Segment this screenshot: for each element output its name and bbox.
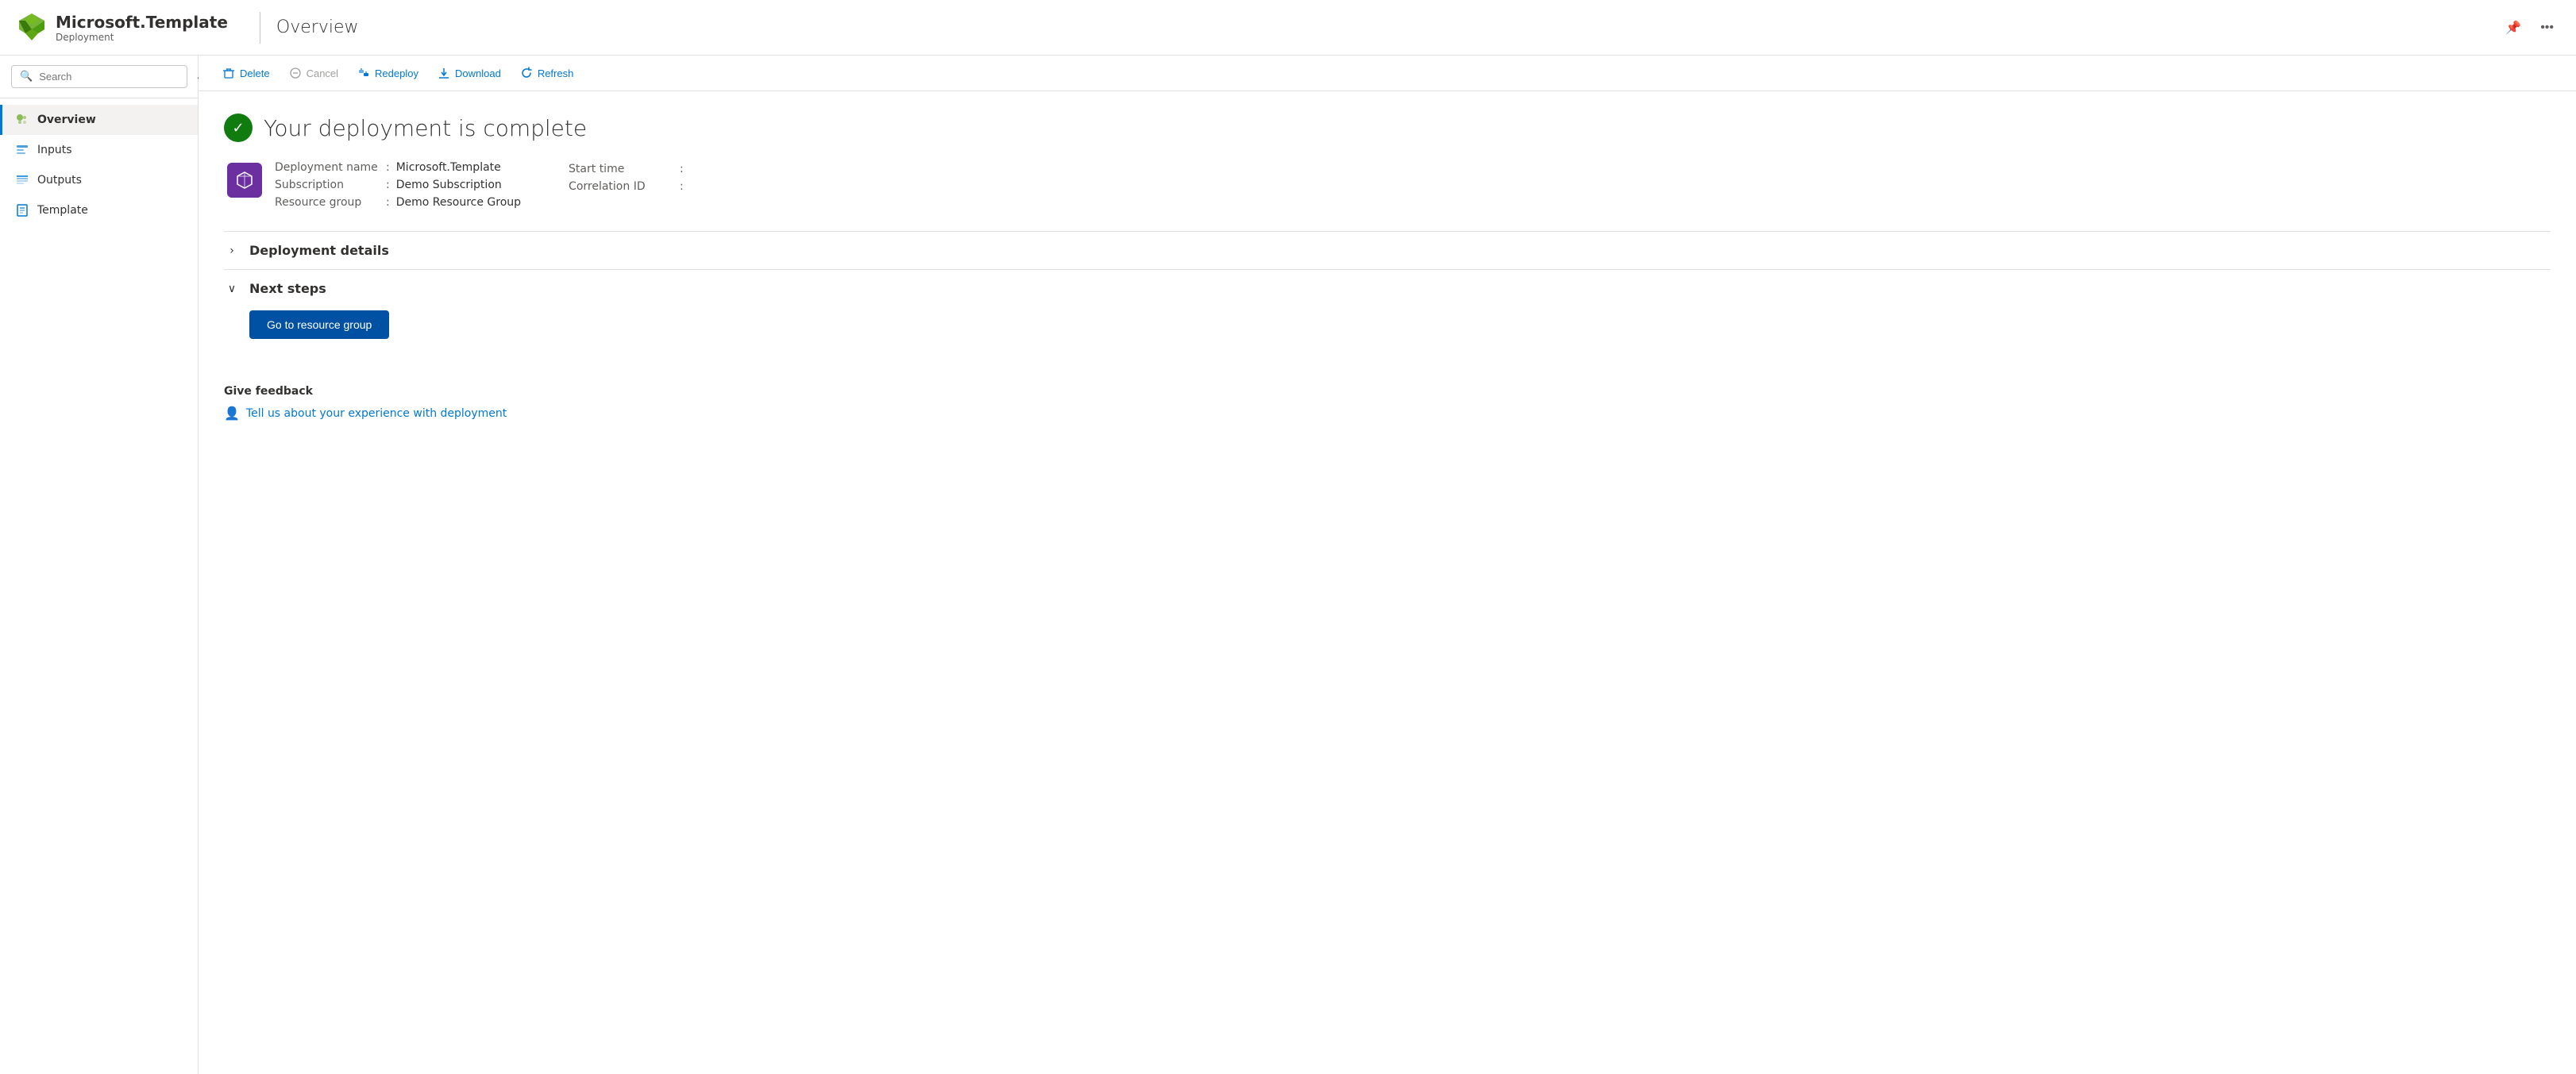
- delete-button[interactable]: Delete: [214, 62, 278, 84]
- logo-icon: [16, 12, 48, 44]
- redeploy-button[interactable]: Redeploy: [349, 62, 426, 84]
- sidebar-item-inputs[interactable]: Inputs: [0, 135, 198, 165]
- next-steps-header[interactable]: ∨ Next steps: [224, 281, 2551, 296]
- page-title: Overview: [276, 17, 2499, 37]
- deployment-name-label: Deployment name: [275, 161, 386, 174]
- status-title: Your deployment is complete: [264, 115, 587, 141]
- sidebar-item-label: Overview: [37, 114, 96, 126]
- sidebar-item-overview[interactable]: Overview: [0, 105, 198, 135]
- deployment-details-section[interactable]: › Deployment details: [224, 231, 2551, 269]
- sidebar-item-label: Outputs: [37, 174, 82, 187]
- field-correlation-id: Correlation ID :: [569, 180, 690, 193]
- field-resource-group: Resource group : Demo Resource Group: [275, 196, 521, 209]
- deployment-info: Deployment name : Microsoft.Template Sub…: [224, 161, 2551, 209]
- subscription-label: Subscription: [275, 179, 386, 191]
- sidebar-item-label: Inputs: [37, 144, 72, 156]
- more-icon: •••: [2540, 21, 2554, 35]
- go-to-resource-group-button[interactable]: Go to resource group: [249, 310, 389, 339]
- deployment-status: ✓ Your deployment is complete: [224, 114, 2551, 142]
- app-name: Microsoft.Template: [56, 13, 228, 32]
- field-subscription: Subscription : Demo Subscription: [275, 179, 521, 191]
- refresh-button[interactable]: Refresh: [512, 62, 582, 84]
- field-start-time: Start time :: [569, 163, 690, 175]
- details-chevron-icon: ›: [224, 244, 240, 257]
- header: Microsoft.Template Deployment Overview 📌…: [0, 0, 2576, 56]
- check-icon: ✓: [232, 120, 244, 137]
- field-deployment-name: Deployment name : Microsoft.Template: [275, 161, 521, 174]
- header-title-block: Microsoft.Template Deployment: [56, 13, 228, 43]
- app-logo: Microsoft.Template Deployment: [16, 12, 228, 44]
- redeploy-label: Redeploy: [375, 67, 418, 79]
- delete-label: Delete: [240, 67, 270, 79]
- feedback-link-text: Tell us about your experience with deplo…: [246, 407, 507, 420]
- subscription-value: Demo Subscription: [396, 179, 502, 191]
- deployment-icon-block: Deployment name : Microsoft.Template Sub…: [227, 161, 521, 209]
- deployment-details-label: Deployment details: [249, 243, 389, 258]
- status-icon: ✓: [224, 114, 253, 142]
- search-icon: 🔍: [20, 71, 33, 83]
- refresh-label: Refresh: [538, 67, 574, 79]
- go-to-resource-group-label: Go to resource group: [267, 318, 372, 331]
- feedback-link[interactable]: 👤 Tell us about your experience with dep…: [224, 406, 2551, 421]
- inputs-icon: [15, 143, 29, 157]
- sidebar-item-label: Template: [37, 204, 88, 217]
- app-subtitle: Deployment: [56, 32, 228, 43]
- search-input-wrapper: 🔍: [11, 65, 187, 88]
- deployment-name-value: Microsoft.Template: [396, 161, 501, 174]
- cancel-button[interactable]: Cancel: [281, 62, 346, 84]
- sidebar-nav: Overview Inputs: [0, 98, 198, 1074]
- deployment-fields-right: Start time : Correlation ID :: [569, 161, 690, 209]
- download-icon: [438, 67, 450, 79]
- sidebar-item-outputs[interactable]: Outputs: [0, 165, 198, 195]
- resource-group-label: Resource group: [275, 196, 386, 209]
- feedback-section: Give feedback 👤 Tell us about your exper…: [224, 375, 2551, 421]
- sidebar-search-container: 🔍 «: [0, 56, 198, 98]
- overview-icon: [15, 113, 29, 127]
- pin-icon: 📌: [2505, 20, 2521, 36]
- sidebar-item-template[interactable]: Template: [0, 195, 198, 225]
- next-steps-section: ∨ Next steps Go to resource group: [224, 269, 2551, 350]
- header-actions: 📌 •••: [2499, 17, 2560, 39]
- resource-group-value: Demo Resource Group: [396, 196, 521, 209]
- feedback-title: Give feedback: [224, 385, 2551, 398]
- download-button[interactable]: Download: [430, 62, 509, 84]
- redeploy-icon: [357, 67, 370, 79]
- refresh-icon: [520, 67, 533, 79]
- next-steps-chevron-icon: ∨: [224, 283, 240, 295]
- content-area: ✓ Your deployment is complete: [199, 91, 2576, 1074]
- delete-icon: [222, 67, 235, 79]
- cancel-label: Cancel: [307, 67, 338, 79]
- outputs-icon: [15, 173, 29, 187]
- cancel-icon: [289, 67, 302, 79]
- toolbar: Delete Cancel Redeploy: [199, 56, 2576, 91]
- template-icon: [15, 203, 29, 217]
- next-steps-label: Next steps: [249, 281, 326, 296]
- sidebar: 🔍 «: [0, 56, 199, 1074]
- main-layout: 🔍 «: [0, 56, 2576, 1074]
- feedback-person-icon: 👤: [224, 406, 240, 421]
- search-input[interactable]: [39, 71, 179, 83]
- start-time-label: Start time: [569, 163, 680, 175]
- correlation-id-label: Correlation ID: [569, 180, 680, 193]
- deployment-icon: [227, 163, 262, 198]
- deployment-fields-left: Deployment name : Microsoft.Template Sub…: [275, 161, 521, 209]
- more-options-button[interactable]: •••: [2534, 17, 2560, 38]
- pin-button[interactable]: 📌: [2499, 17, 2528, 39]
- download-label: Download: [455, 67, 501, 79]
- package-icon: [234, 170, 255, 191]
